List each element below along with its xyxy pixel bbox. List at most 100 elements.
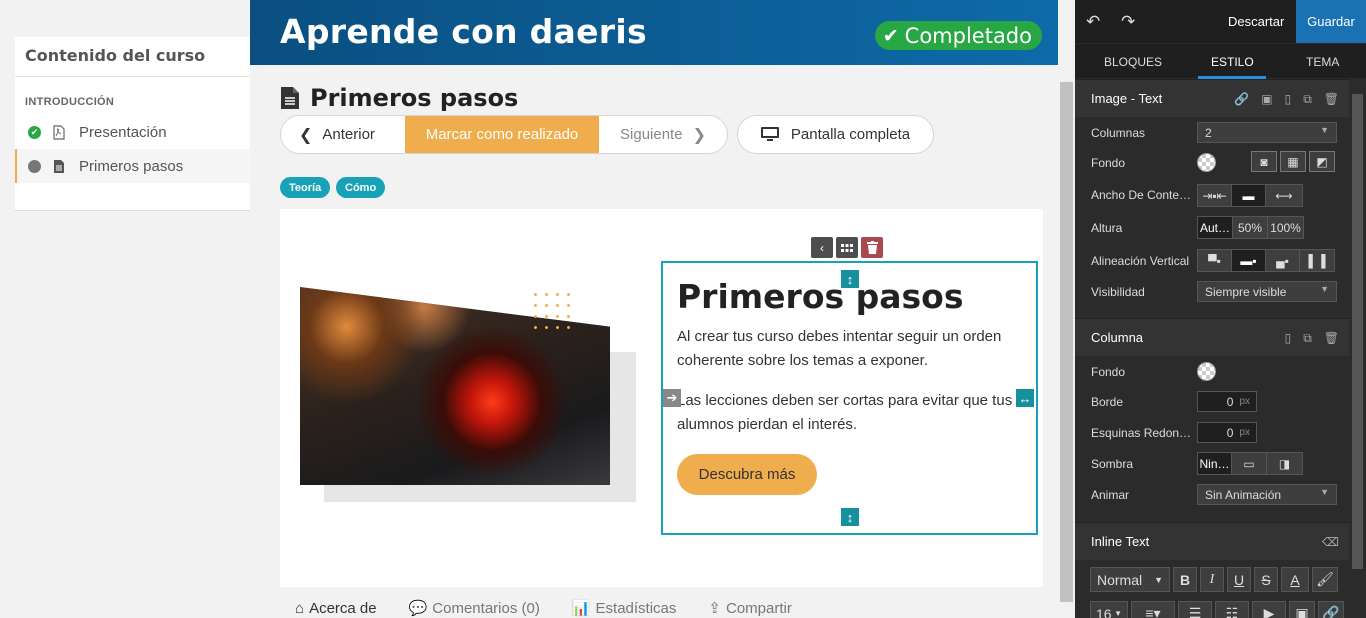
align-bottom-icon[interactable]: ▄▪ [1266,250,1300,271]
resize-horizontal-handle-icon[interactable]: ↔ [1016,389,1034,407]
shadow-none[interactable]: Nin… [1198,453,1232,474]
section-column[interactable]: Columna ▯ ⧉ 🗑 [1075,318,1349,356]
link-icon[interactable]: 🔗 [1318,601,1344,618]
select-value: 2 [1205,126,1212,140]
align-top-icon[interactable]: ▀▪ [1198,250,1232,271]
chevron-left-icon[interactable]: ‹ [811,237,833,258]
grid-move-icon[interactable] [836,237,858,258]
select-value: Siempre visible [1205,285,1287,299]
fullscreen-label: Pantalla completa [790,126,911,143]
align-stretch-icon[interactable]: ▌▐ [1300,250,1334,271]
width-full-icon[interactable]: ⟷ [1266,185,1302,206]
video-icon[interactable]: ▦ [1280,151,1306,172]
shadow-inset-icon[interactable]: ◨ [1267,453,1302,474]
bullet-list-icon[interactable]: ☰ [1178,601,1212,618]
border-input[interactable]: 0 px [1197,391,1257,412]
paragraph-2[interactable]: Las lecciones deben ser cortas para evit… [677,389,1027,437]
font-color-icon[interactable]: A [1281,567,1309,592]
tab-comments[interactable]: 💬 Comentarios (0) [409,599,540,618]
tag-teoria[interactable]: Teoría [280,177,331,198]
shadow-outset-icon[interactable]: ▭ [1232,453,1267,474]
color-swatch[interactable] [1197,362,1216,381]
bold-icon[interactable]: B [1173,567,1197,592]
sidebar-item-primeros-pasos[interactable]: Primeros pasos [15,149,250,183]
unit-label: px [1239,396,1250,407]
sidebar-item-presentacion[interactable]: ✔ Presentación [15,115,250,149]
animate-select[interactable]: Sin Animación ▼ [1197,484,1337,505]
undo-icon[interactable]: ↶ [1086,12,1100,32]
eraser-icon[interactable]: ⌫ [1322,535,1339,549]
editor-scrollbar[interactable] [1349,78,1366,618]
image-icon[interactable]: ▣ [1289,601,1315,618]
mark-done-button[interactable]: Marcar como realizado [405,116,599,153]
align-icon[interactable]: ≡▾ [1131,601,1175,618]
brush-icon[interactable]: 🖌 [1312,567,1338,592]
mobile-icon[interactable]: ▯ [1285,331,1292,346]
course-content-title: Contenido del curso [15,37,250,77]
scrollbar-thumb[interactable] [1352,94,1363,569]
save-icon[interactable]: ▣ [1261,92,1272,107]
trash-icon[interactable]: 🗑 [1324,331,1339,346]
tab-about[interactable]: ⌂ Acerca de [295,599,377,617]
mobile-icon[interactable]: ▯ [1285,92,1292,107]
color-swatch[interactable] [1197,153,1216,172]
media-icon[interactable]: ▶ [1252,601,1286,618]
tag-como[interactable]: Cómo [336,177,386,198]
trash-icon[interactable]: 🗑 [1324,92,1339,107]
width-normal-icon[interactable]: ▬ [1232,185,1266,206]
select-value: 16 [1096,605,1112,618]
font-size-select[interactable]: 16 ▼ [1090,601,1128,618]
next-button[interactable]: Siguiente ❯ [599,116,727,153]
text-style-select[interactable]: Normal ▼ [1090,567,1170,592]
tab-stats[interactable]: 📊 Estadísticas [572,599,677,618]
columns-select[interactable]: 2 ▼ [1197,122,1337,143]
tab-style[interactable]: ESTILO [1211,55,1254,69]
height-100[interactable]: 100% [1268,217,1303,238]
italic-icon[interactable]: I [1200,567,1224,592]
redo-icon[interactable]: ↷ [1121,12,1135,32]
tab-theme[interactable]: TEMA [1306,55,1339,69]
height-50[interactable]: 50% [1233,217,1268,238]
unit-label: px [1239,427,1250,438]
tab-share[interactable]: ⇪ Compartir [708,599,791,618]
duplicate-icon[interactable]: ⧉ [1303,331,1312,346]
height-options: Aut… 50% 100% [1197,216,1304,239]
text-block-selected[interactable]: ↕ Primeros pasos Al crear tus curso debe… [661,261,1038,535]
radius-input[interactable]: 0 px [1197,422,1257,443]
align-middle-icon[interactable]: ▬▪ [1232,250,1266,271]
previous-button[interactable]: ❮ Anterior [281,116,405,153]
width-narrow-icon[interactable]: ⇥▪⇤ [1198,185,1232,206]
gradient-icon[interactable]: ◩ [1309,151,1335,172]
course-banner: Aprende con daeris ✔ Completado [250,0,1058,65]
lesson-navigation: ❮ Anterior Marcar como realizado Siguien… [280,115,728,154]
height-auto[interactable]: Aut… [1198,217,1233,238]
underline-icon[interactable]: U [1227,567,1251,592]
block-heading[interactable]: Primeros pasos [677,277,963,316]
move-arrow-handle-icon[interactable]: ➔ [663,389,681,407]
trash-icon[interactable] [861,237,883,258]
home-icon: ⌂ [295,599,305,617]
duplicate-icon[interactable]: ⧉ [1303,92,1312,107]
visibility-select[interactable]: Siempre visible ▼ [1197,281,1337,302]
lesson-heading: Primeros pasos [280,84,518,112]
discard-button[interactable]: Descartar [1228,14,1284,29]
fullscreen-button[interactable]: Pantalla completa [737,115,934,154]
section-inline-text[interactable]: Inline Text ⌫ [1075,522,1349,560]
page-scrollbar[interactable] [1058,0,1075,618]
paragraph-1[interactable]: Al crear tus curso debes intentar seguir… [677,325,1027,373]
height-label: Altura [1091,221,1123,235]
content-card: ‹ ↕ Primeros pasos Al crear tus curso de… [280,209,1043,587]
inline-text-toolbar-2: 16 ▼ ≡▾ ☰ ☷ ▶ ▣ 🔗 [1090,601,1344,618]
caret-down-icon: ▼ [1114,609,1122,618]
tab-blocks[interactable]: BLOQUES [1104,55,1162,69]
discover-more-button[interactable]: Descubra más [677,454,817,495]
course-content-panel: Contenido del curso INTRODUCCIÓN ✔ Prese… [15,37,250,211]
strikethrough-icon[interactable]: S [1254,567,1278,592]
camera-icon[interactable]: ◙ [1251,151,1277,172]
scrollbar-thumb[interactable] [1060,82,1073,602]
save-button[interactable]: Guardar [1296,0,1366,43]
numbered-list-icon[interactable]: ☷ [1215,601,1249,618]
section-image-text[interactable]: Image - Text 🔗 ▣ ▯ ⧉ 🗑 [1075,79,1349,117]
link-icon[interactable]: 🔗 [1234,92,1249,107]
resize-vertical-handle-bottom-icon[interactable]: ↕ [841,508,859,526]
